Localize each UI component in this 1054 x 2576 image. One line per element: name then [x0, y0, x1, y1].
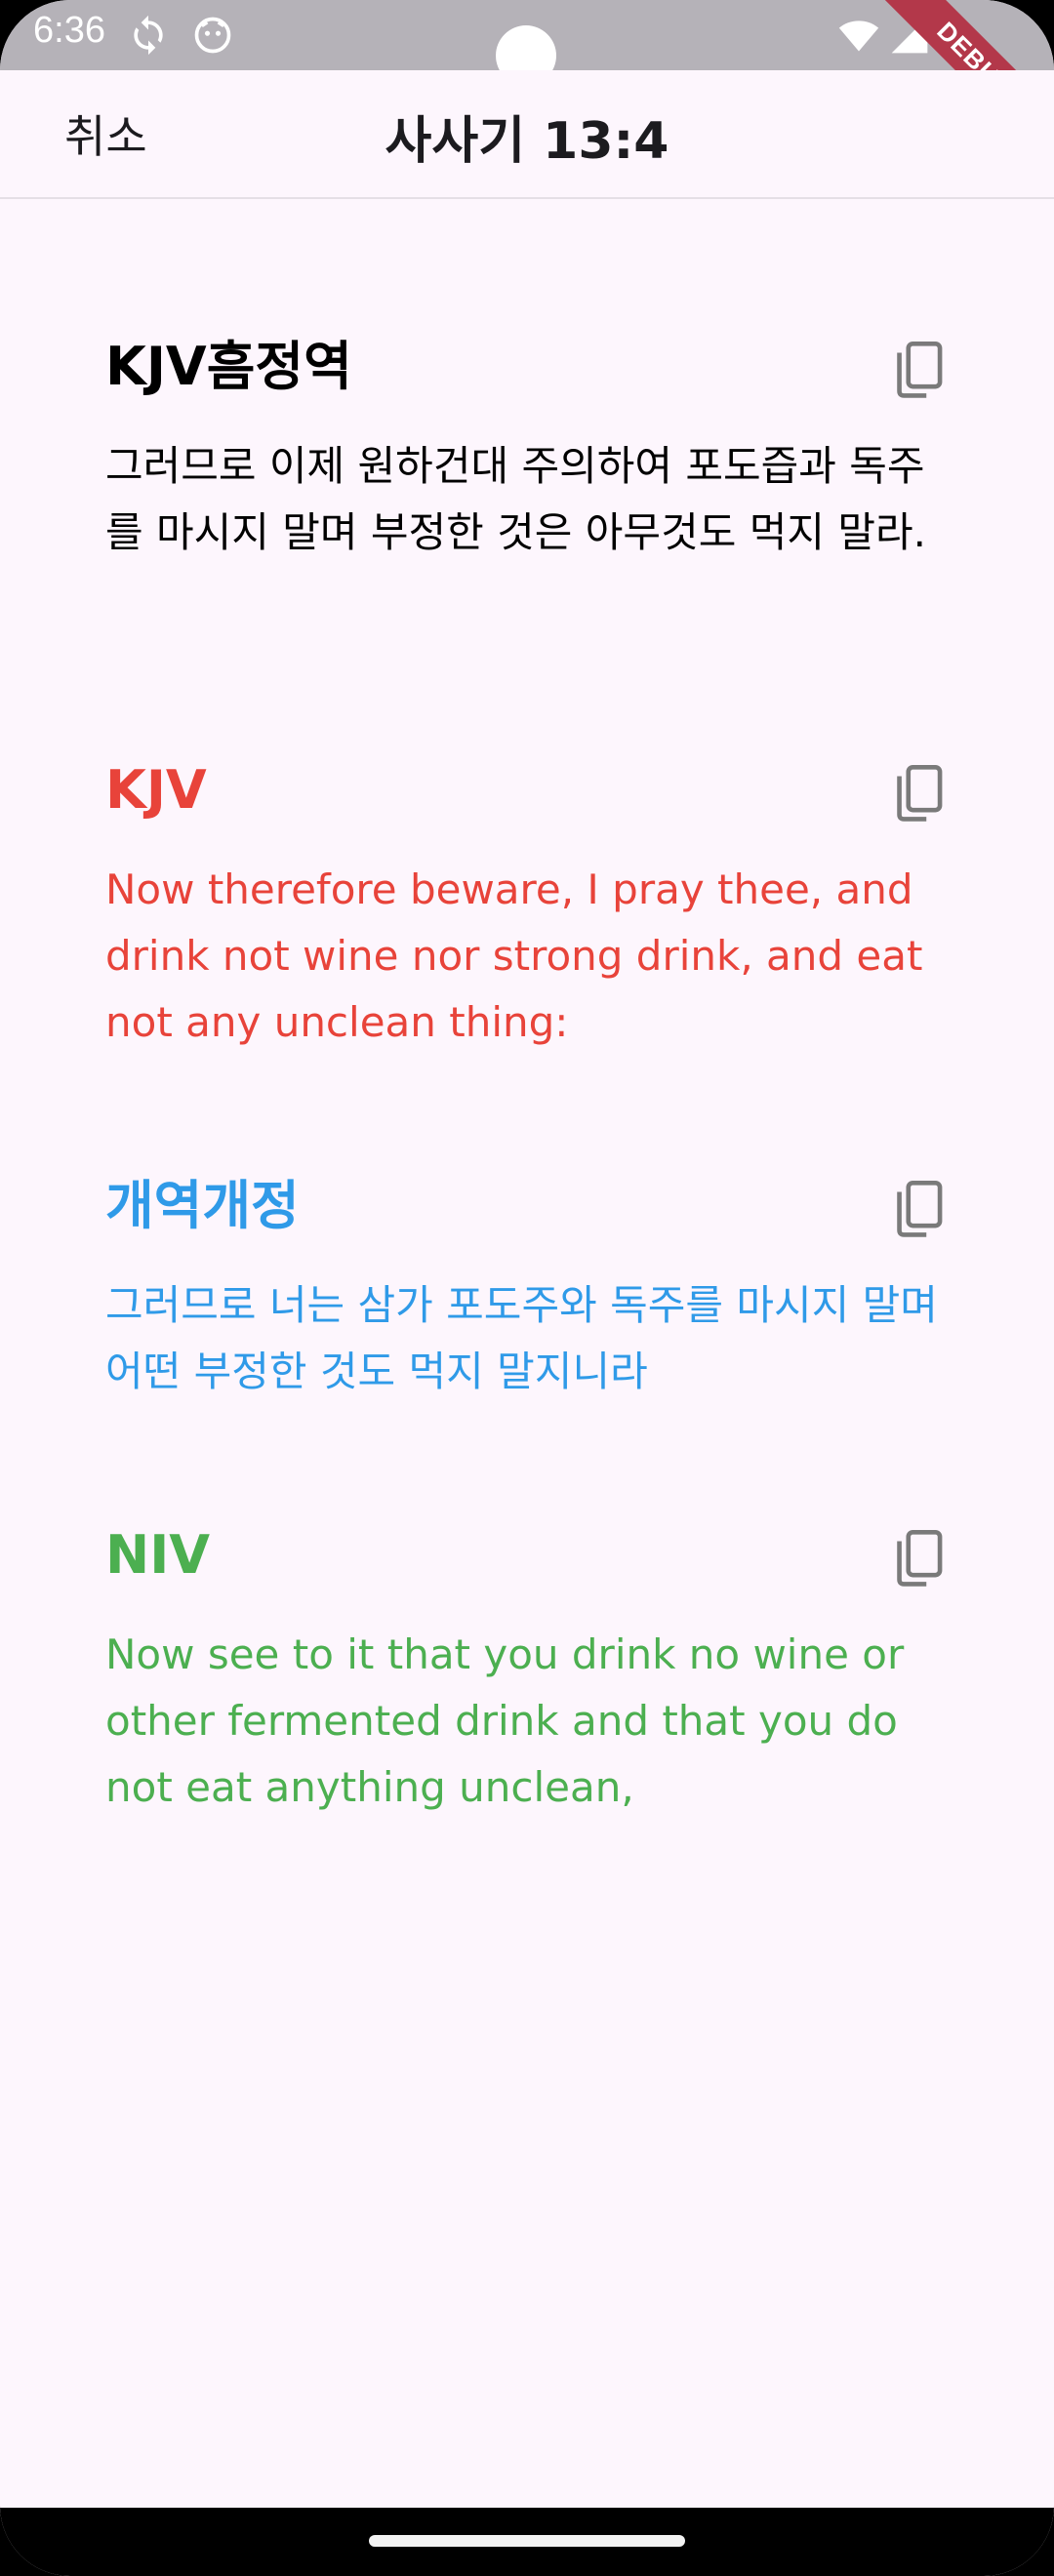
verse-text: 그러므로 너는 삼가 포도주와 독주를 마시지 말며 어떤 부정한 것도 먹지 … — [105, 1281, 938, 1395]
copy-icon[interactable] — [890, 342, 945, 400]
wifi-icon — [838, 20, 879, 52]
translation-kjv-heumjeongyeok: KJV흠정역 그러므로 이제 원하건대 주의하여 포도즙과 독주를 마시지 말며… — [105, 336, 945, 566]
navigation-bar — [0, 2508, 1054, 2576]
status-bar: 6:36 DEBUG — [0, 0, 1054, 180]
copy-icon[interactable] — [890, 765, 945, 824]
copy-icon[interactable] — [890, 1181, 945, 1239]
translation-name: 개역개정 — [105, 1175, 300, 1236]
home-indicator[interactable] — [369, 2535, 685, 2547]
verse-text: Now therefore beware, I pray thee, and d… — [105, 865, 923, 1046]
translation-name: KJV흠정역 — [105, 336, 352, 397]
copy-icon[interactable] — [890, 1530, 945, 1589]
translation-kjv: KJV Now therefore beware, I pray thee, a… — [105, 759, 945, 1056]
app-bar: 취소 사사기 13:4 — [0, 70, 1054, 199]
face-icon — [194, 17, 231, 54]
page-title: 사사기 13:4 — [385, 112, 669, 171]
verse-text: Now see to it that you drink no wine or … — [105, 1630, 905, 1811]
translation-name: KJV — [105, 759, 207, 821]
translation-name: NIV — [105, 1524, 211, 1586]
sync-icon — [134, 15, 163, 56]
translation-niv: NIV Now see to it that you drink no wine… — [105, 1524, 945, 1821]
status-time: 6:36 — [33, 10, 105, 51]
phone-screen: 6:36 DEBUG 취소 사사기 13:4 KJV흠정역 그러므로 이제 원하… — [0, 0, 1054, 2576]
verse-text: 그러므로 이제 원하건대 주의하여 포도즙과 독주를 마시지 말며 부정한 것은… — [105, 442, 926, 556]
translation-gaeyeokgaejeong: 개역개정 그러므로 너는 삼가 포도주와 독주를 마시지 말며 어떤 부정한 것… — [105, 1175, 945, 1405]
